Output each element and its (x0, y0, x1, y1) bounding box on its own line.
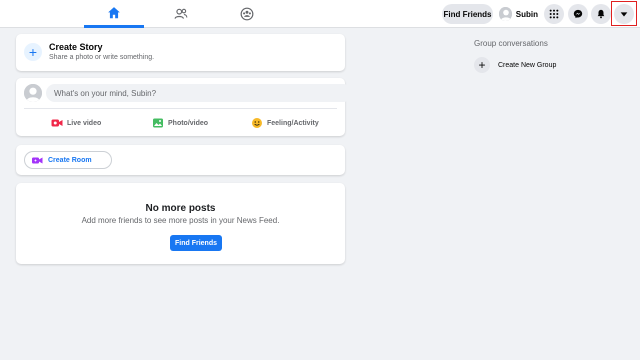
default-avatar-icon (24, 84, 42, 102)
feeling-activity-label: Feeling/Activity (267, 119, 319, 127)
highlight-box (611, 1, 637, 26)
create-story-title: Create Story (49, 42, 103, 52)
top-navigation-bar: Find Friends Subin (0, 0, 640, 28)
grid-menu-icon (549, 9, 559, 19)
avatar (499, 7, 512, 21)
empty-feed-subtitle: Add more friends to see more posts in yo… (81, 216, 280, 225)
live-video-icon (51, 119, 63, 127)
post-input[interactable]: What's on your mind, Subin? (46, 84, 352, 102)
plus-icon: + (474, 57, 490, 73)
friends-icon (174, 8, 188, 19)
home-icon (108, 6, 120, 18)
create-room-button[interactable]: Create Room (24, 151, 112, 169)
groups-icon (240, 7, 254, 21)
create-story-subtitle: Share a photo or write something. (49, 54, 155, 61)
avatar[interactable] (24, 84, 42, 102)
divider (24, 108, 337, 109)
menu-button[interactable] (544, 4, 564, 24)
live-video-button[interactable]: Live video (51, 116, 101, 130)
nav-tab-home[interactable] (84, 0, 144, 28)
nav-tab-friends[interactable] (151, 0, 211, 28)
photo-video-button[interactable]: Photo/video (152, 116, 208, 130)
video-camera-icon (32, 157, 43, 163)
photo-video-label: Photo/video (168, 119, 209, 127)
notifications-button[interactable] (591, 4, 611, 24)
empty-feed-title: No more posts (145, 203, 216, 214)
feeling-activity-button[interactable]: Feeling/Activity (251, 116, 319, 130)
group-conversations-heading: Group conversations (474, 39, 548, 48)
profile-name: Subin (515, 9, 538, 19)
create-new-group-label: Create New Group (498, 61, 557, 69)
create-story-card[interactable]: + Create Story Share a photo or write so… (16, 34, 345, 71)
live-video-label: Live video (67, 119, 102, 127)
nav-tab-groups[interactable] (217, 0, 277, 28)
feeling-activity-icon (252, 118, 262, 128)
bell-icon (597, 9, 605, 19)
messenger-button[interactable] (568, 4, 588, 24)
find-friends-label: Find Friends (443, 9, 492, 19)
default-avatar-icon (499, 7, 512, 21)
find-friends-cta-button[interactable]: Find Friends (170, 235, 222, 251)
post-composer-card: What's on your mind, Subin? Live video P… (16, 78, 352, 136)
messenger-icon (573, 9, 583, 19)
profile-button[interactable]: Subin (496, 4, 538, 24)
plus-icon: + (24, 43, 42, 61)
find-friends-button[interactable]: Find Friends (442, 4, 493, 24)
create-room-card: Create Room (16, 145, 345, 175)
create-room-label: Create Room (48, 156, 92, 164)
photo-video-icon (153, 118, 163, 128)
empty-feed-card: No more posts Add more friends to see mo… (16, 183, 345, 264)
create-new-group-button[interactable]: + Create New Group (474, 57, 556, 73)
